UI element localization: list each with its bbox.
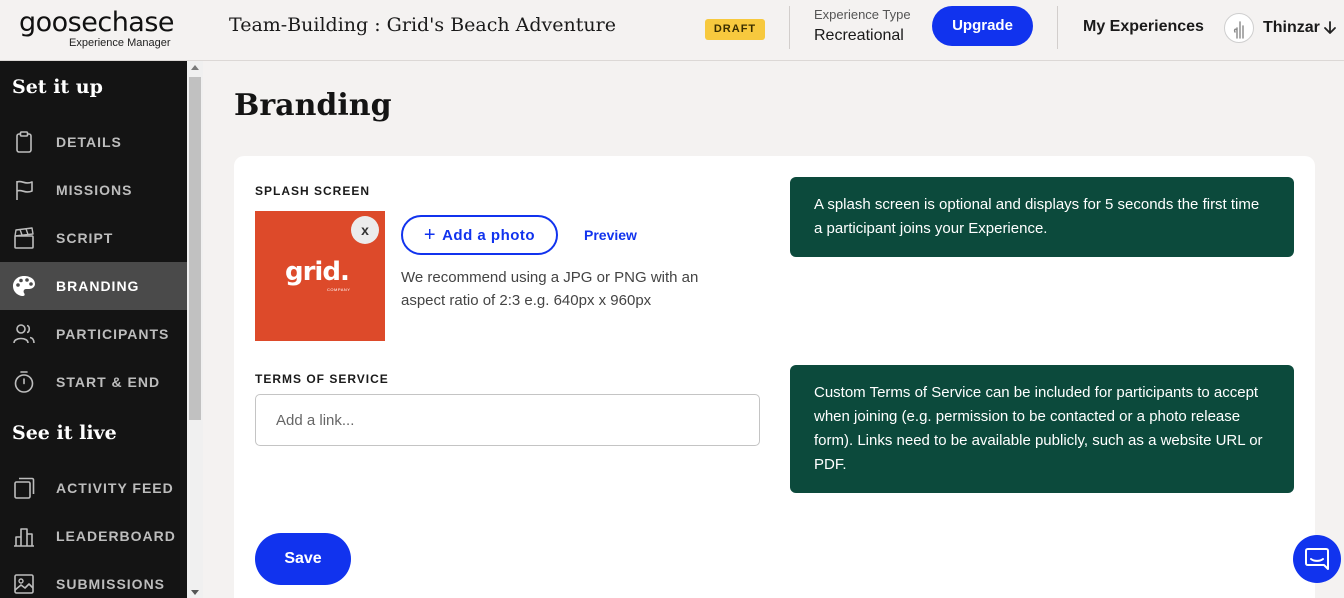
feed-icon xyxy=(14,477,35,499)
stopwatch-icon xyxy=(14,371,34,393)
chat-launcher-button[interactable] xyxy=(1293,535,1341,583)
terms-link-input[interactable] xyxy=(255,394,760,446)
sidebar-item-label: START & END xyxy=(56,374,161,390)
avatar[interactable] xyxy=(1224,13,1254,43)
branding-card: SPLASH SCREEN grid. COMPANY x + Add a pho… xyxy=(234,156,1315,598)
upgrade-button[interactable]: Upgrade xyxy=(932,6,1033,46)
add-photo-button[interactable]: + Add a photo xyxy=(401,215,558,255)
add-photo-label: Add a photo xyxy=(442,227,536,244)
sidebar-item-label: DETAILS xyxy=(56,134,122,150)
grid-logo-subtext: COMPANY xyxy=(327,287,351,292)
goosechase-logo[interactable]: goosechase Experience Manager xyxy=(19,7,175,50)
scroll-thumb[interactable] xyxy=(189,77,201,420)
sidebar-item-label: MISSIONS xyxy=(56,182,133,198)
sidebar-item-leaderboard[interactable]: LEADERBOARD xyxy=(0,512,187,560)
clapperboard-icon xyxy=(14,227,34,249)
experience-title: Team-Building : Grid's Beach Adventure xyxy=(229,14,616,36)
page-title: Branding xyxy=(234,88,392,123)
header-divider xyxy=(789,6,790,49)
splash-screen-label: SPLASH SCREEN xyxy=(255,184,371,198)
sidebar-item-submissions[interactable]: SUBMISSIONS xyxy=(0,560,187,598)
sidebar-item-label: PARTICIPANTS xyxy=(56,326,170,342)
section-heading-setup: Set it up xyxy=(12,76,103,98)
scroll-down-arrow[interactable] xyxy=(191,590,199,595)
sidebar-item-missions[interactable]: MISSIONS xyxy=(0,166,187,214)
sidebar-item-details[interactable]: DETAILS xyxy=(0,118,187,166)
header-divider xyxy=(1057,6,1058,49)
sidebar-item-script[interactable]: SCRIPT xyxy=(0,214,187,262)
users-icon xyxy=(13,324,35,344)
terms-of-service-label: TERMS OF SERVICE xyxy=(255,372,389,386)
sidebar-item-participants[interactable]: PARTICIPANTS xyxy=(0,310,187,358)
logo-subtitle: Experience Manager xyxy=(69,37,171,49)
preview-link[interactable]: Preview xyxy=(584,227,637,243)
remove-photo-button[interactable]: x xyxy=(351,216,379,244)
sidebar-item-start-end[interactable]: START & END xyxy=(0,358,187,406)
avatar-hand-icon xyxy=(1233,21,1244,39)
user-name[interactable]: Thinzar xyxy=(1263,19,1320,37)
plus-icon: + xyxy=(423,224,437,246)
logo-wordmark: goosechase xyxy=(19,7,175,38)
image-recommendation: We recommend using a JPG or PNG with an … xyxy=(401,269,699,309)
top-header: goosechase Experience Manager Team-Build… xyxy=(0,0,1344,61)
section-heading-live: See it live xyxy=(12,422,117,444)
clipboard-icon xyxy=(16,131,32,153)
image-icon xyxy=(14,574,34,594)
sidebar-item-label: LEADERBOARD xyxy=(56,528,176,544)
my-experiences-link[interactable]: My Experiences xyxy=(1083,18,1204,36)
chat-bubble-icon xyxy=(1305,548,1329,570)
sidebar-item-label: BRANDING xyxy=(56,278,140,294)
chevron-down-icon[interactable] xyxy=(1322,19,1338,37)
save-button[interactable]: Save xyxy=(255,533,351,585)
sidebar-item-label: SCRIPT xyxy=(56,230,114,246)
status-badge: DRAFT xyxy=(705,19,765,40)
splash-info-box: A splash screen is optional and displays… xyxy=(790,177,1294,257)
experience-type-value: Recreational xyxy=(814,27,904,44)
sidebar-item-label: SUBMISSIONS xyxy=(56,576,166,592)
flag-icon xyxy=(16,180,33,200)
terms-info-box: Custom Terms of Service can be included … xyxy=(790,365,1294,493)
sidebar-scrollbar[interactable] xyxy=(187,61,203,598)
scroll-up-arrow[interactable] xyxy=(191,65,199,70)
sidebar-item-activity-feed[interactable]: ACTIVITY FEED xyxy=(0,464,187,512)
bar-chart-icon xyxy=(14,528,34,547)
sidebar: Set it up DETAILS MISSIONS SCRIPT BRANDI… xyxy=(0,61,187,598)
palette-icon xyxy=(13,276,35,296)
sidebar-item-label: ACTIVITY FEED xyxy=(56,480,174,496)
experience-type-label: Experience Type xyxy=(814,7,911,22)
grid-logo: grid. xyxy=(285,257,350,287)
sidebar-item-branding[interactable]: BRANDING xyxy=(0,262,187,310)
